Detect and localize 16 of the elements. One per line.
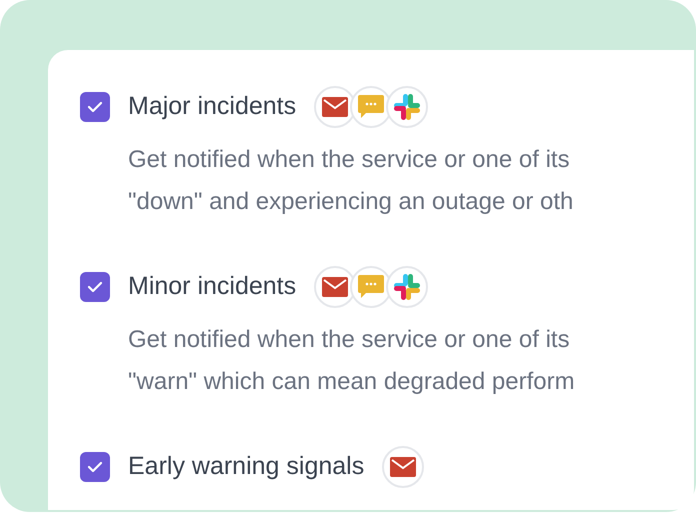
- checkbox[interactable]: [80, 452, 110, 482]
- slack-logo-icon: [386, 266, 428, 308]
- alert-title: Major incidents: [128, 91, 296, 122]
- checkbox[interactable]: [80, 272, 110, 302]
- check-icon: [87, 101, 103, 113]
- alert-description: Get notified when the service or one of its: [128, 145, 571, 175]
- checkbox[interactable]: [80, 92, 110, 122]
- slack-logo-icon: [386, 86, 428, 128]
- alert-title: Early warning signals: [128, 451, 364, 482]
- alert-title: Minor incidents: [128, 271, 296, 302]
- envelope-icon: [382, 446, 424, 488]
- alert-description: "warn" which can mean degraded perform: [128, 367, 576, 397]
- alert-description: "down" and experiencing an outage or oth: [128, 187, 574, 217]
- alert-description: Get notified when the service or one of its: [128, 325, 571, 355]
- check-icon: [87, 281, 103, 293]
- check-icon: [87, 461, 103, 473]
